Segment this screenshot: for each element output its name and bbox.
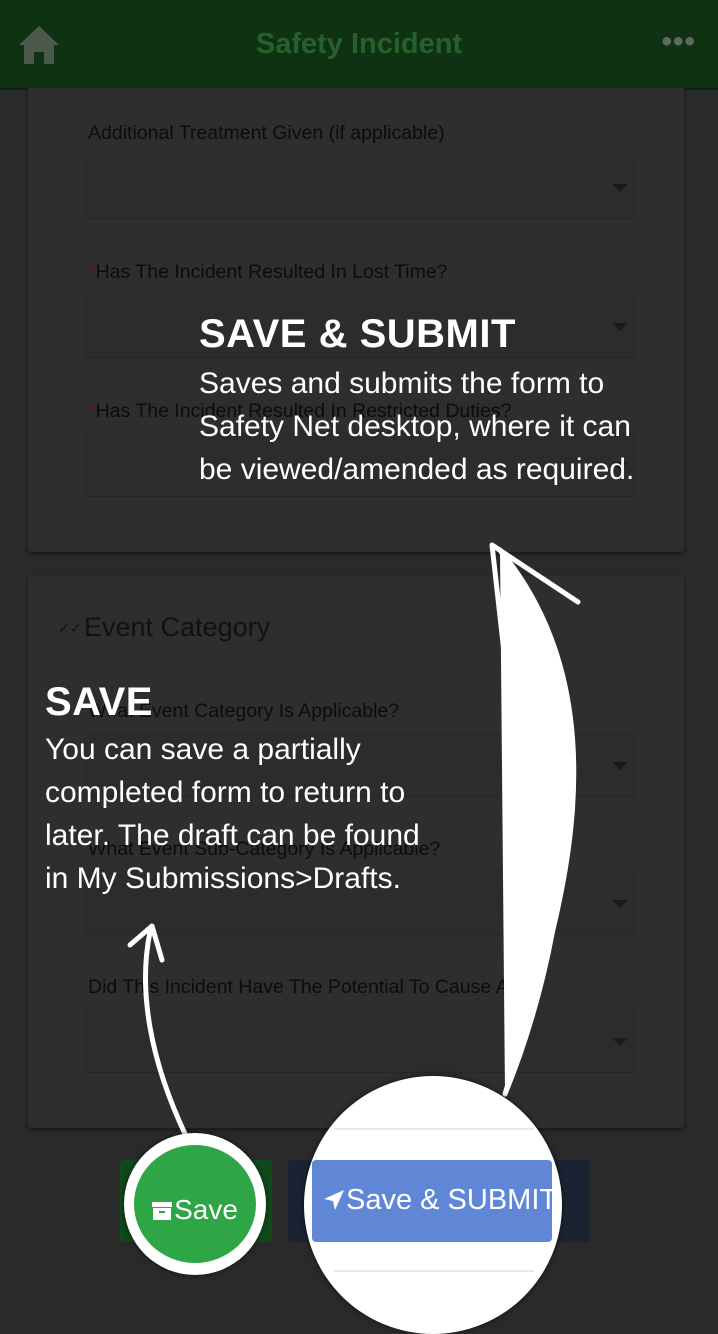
save-button-label: Save bbox=[134, 1194, 256, 1226]
chevron-down-icon bbox=[612, 1038, 628, 1046]
submit-callout-title: SAVE & SUBMIT bbox=[199, 312, 516, 356]
save-callout-title: SAVE bbox=[45, 680, 153, 724]
potential-select[interactable] bbox=[84, 1008, 636, 1073]
divider bbox=[334, 1128, 534, 1130]
divider bbox=[334, 1270, 534, 1272]
question-label: Did This Incident Have The Potential To … bbox=[88, 976, 530, 998]
submit-button-label: Save & SUBMIT bbox=[322, 1184, 557, 1217]
save-callout-text: You can save a partially completed form … bbox=[45, 733, 420, 895]
chevron-down-icon bbox=[612, 762, 628, 770]
send-icon bbox=[324, 1190, 344, 1210]
submit-callout-text: Saves and submits the form to Safety Net… bbox=[199, 367, 635, 486]
save-magnifier: Save bbox=[124, 1133, 266, 1275]
question-label: Additional Treatment Given (if applicabl… bbox=[88, 122, 445, 144]
section-title[interactable]: Event Category bbox=[84, 612, 270, 643]
chevron-down-icon bbox=[612, 323, 628, 331]
page-title: Safety Incident bbox=[255, 28, 463, 60]
save-and-submit-button[interactable]: Save & SUBMIT bbox=[312, 1160, 557, 1242]
additional-treatment-select[interactable] bbox=[84, 154, 636, 219]
archive-icon bbox=[152, 1202, 173, 1220]
check-icon: ✓✓ bbox=[58, 620, 82, 636]
chevron-down-icon bbox=[612, 184, 628, 192]
save-button[interactable]: Save bbox=[134, 1145, 256, 1263]
required-mark: * bbox=[88, 400, 96, 422]
required-mark: * bbox=[88, 261, 96, 283]
more-icon[interactable]: ••• bbox=[661, 27, 696, 57]
app-header: Safety Incident ••• bbox=[0, 0, 718, 90]
submit-magnifier: Save & SUBMIT bbox=[304, 1076, 562, 1334]
chevron-down-icon bbox=[612, 900, 628, 908]
question-label: *Has The Incident Resulted In Lost Time? bbox=[88, 261, 448, 283]
